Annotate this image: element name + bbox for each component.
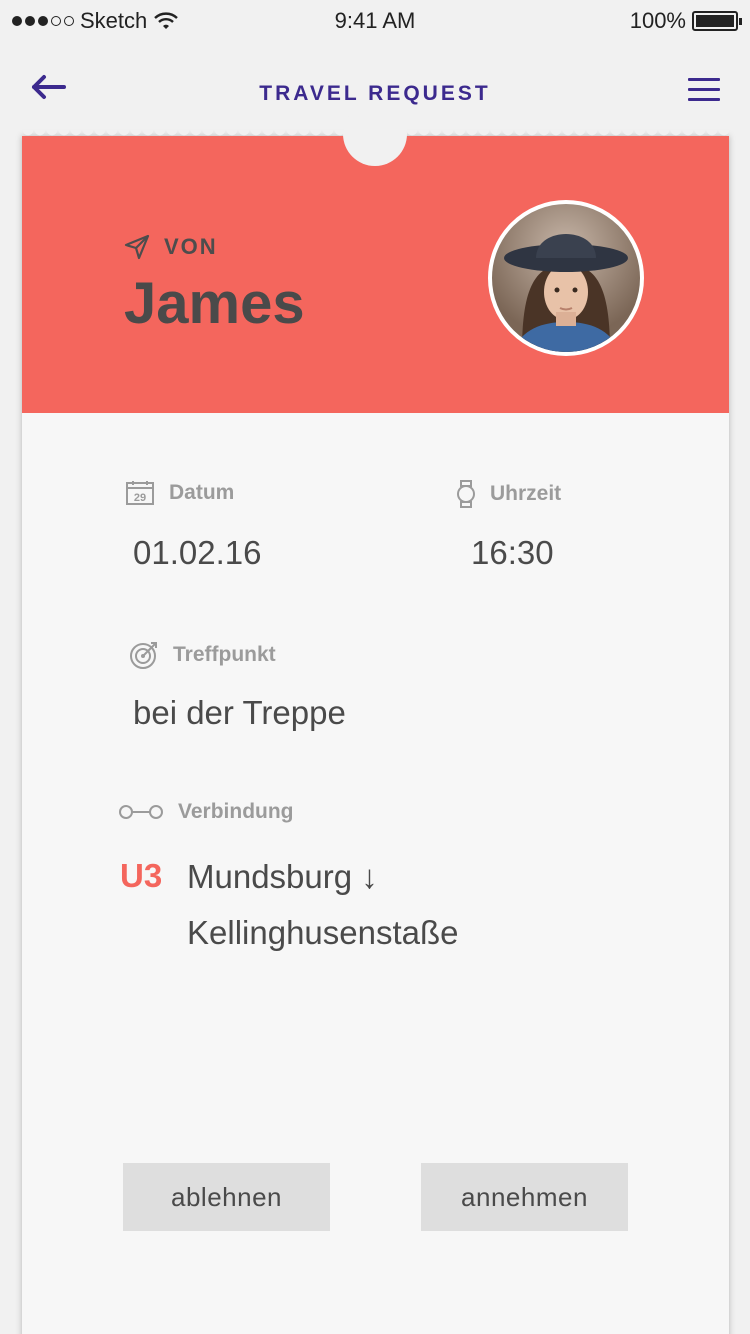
connection-icon xyxy=(119,805,163,819)
status-bar: Sketch 9:41 AM 100% xyxy=(0,0,750,40)
connection-label-row: Verbindung xyxy=(118,800,294,824)
line-code: U3 xyxy=(120,857,163,894)
meeting-point-label: Treffpunkt xyxy=(173,643,276,666)
status-right: 100% xyxy=(629,8,742,34)
time-value: 16:30 xyxy=(471,534,554,571)
hamburger-menu-icon xyxy=(688,78,720,81)
ticket-notch xyxy=(343,102,407,166)
card-header: VON James xyxy=(22,102,729,413)
time-label-row: Uhrzeit xyxy=(456,480,561,508)
date-label-row: 29 Datum xyxy=(125,480,234,506)
navigation-arrow-icon xyxy=(124,234,150,260)
travel-request-card: VON James 29 Datum 01.02.16 Uhrzeit 16:3… xyxy=(22,102,729,1334)
date-value: 01.02.16 xyxy=(133,534,262,571)
meeting-point-value: bei der Treppe xyxy=(133,694,346,731)
avatar[interactable] xyxy=(488,200,644,356)
from-label: VON xyxy=(164,234,218,259)
route-to: Kellinghusenstaße xyxy=(187,914,459,951)
menu-button[interactable] xyxy=(688,78,720,104)
time-label: Uhrzeit xyxy=(490,482,562,505)
route-from: Mundsburg ↓ xyxy=(187,858,378,895)
target-icon xyxy=(130,642,157,669)
date-label: Datum xyxy=(169,481,235,504)
svg-text:29: 29 xyxy=(134,492,146,504)
accept-button[interactable]: annehmen xyxy=(421,1163,628,1231)
battery-icon xyxy=(692,11,742,31)
battery-percent: 100% xyxy=(629,8,686,33)
watch-icon xyxy=(457,480,475,508)
avatar-photo xyxy=(504,234,628,352)
meeting-point-label-row: Treffpunkt xyxy=(129,640,276,670)
sender-name: James xyxy=(124,271,305,336)
decline-button[interactable]: ablehnen xyxy=(123,1163,330,1231)
calendar-icon: 29 xyxy=(126,481,154,505)
from-row: VON xyxy=(124,234,218,260)
connection-label: Verbindung xyxy=(178,800,294,823)
